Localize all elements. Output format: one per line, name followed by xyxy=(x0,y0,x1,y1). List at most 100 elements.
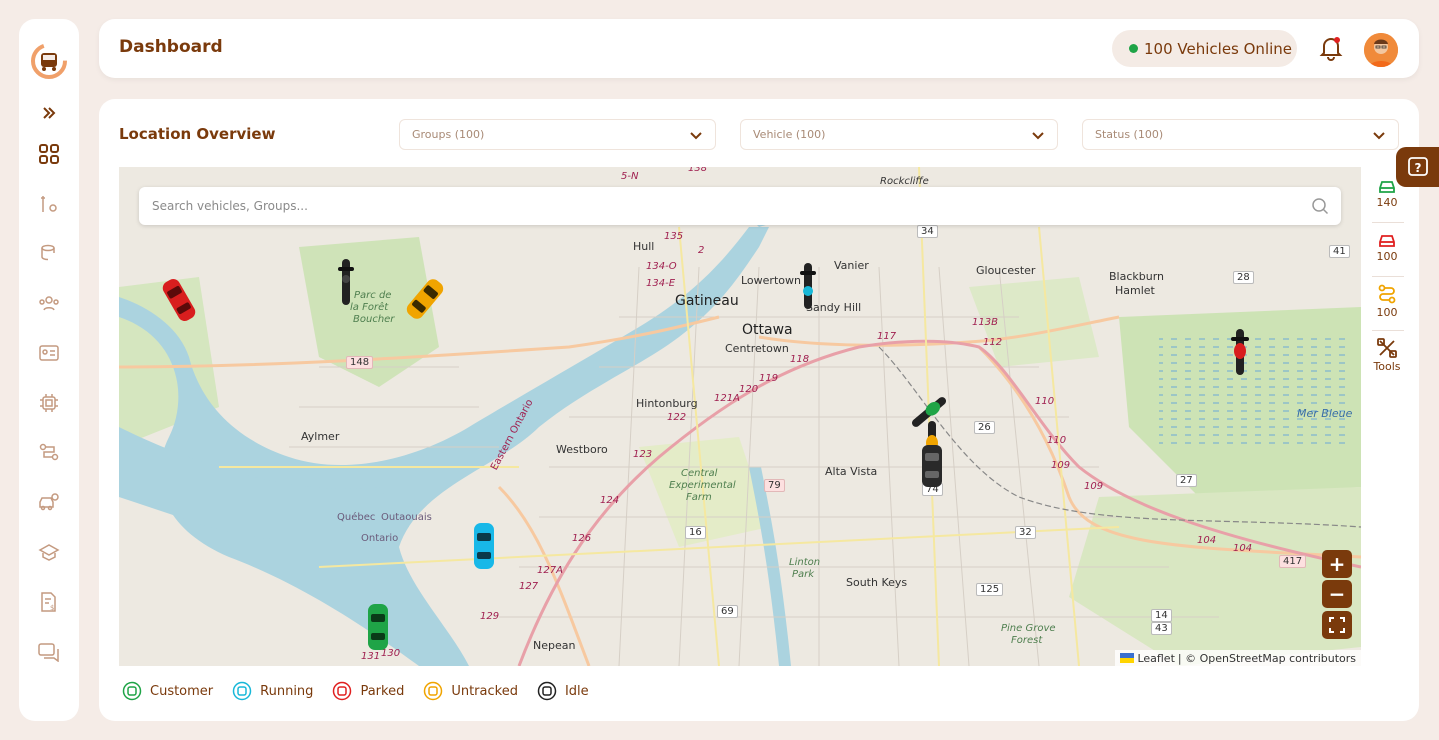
idle-bike-marker[interactable] xyxy=(335,257,357,307)
legend-running[interactable]: Running xyxy=(232,681,313,701)
users-group-icon[interactable] xyxy=(37,291,61,315)
route-stat[interactable]: 100 xyxy=(1364,284,1410,319)
route-label: 112 xyxy=(983,337,1003,348)
chevron-down-icon xyxy=(1032,132,1044,140)
route-settings-icon[interactable] xyxy=(37,440,61,464)
customer-car-marker[interactable] xyxy=(365,602,391,652)
map-label-pine2: Forest xyxy=(1011,635,1043,646)
map-view[interactable]: Gatineau Ottawa Centretown Hull Lowertow… xyxy=(119,167,1361,666)
divider xyxy=(1372,222,1404,223)
map-label-gloucester: Gloucester xyxy=(976,264,1036,277)
route-label: 134-E xyxy=(646,278,676,289)
total-vehicles-count: 140 xyxy=(1376,196,1398,209)
parked-vehicles-stat[interactable]: 100 xyxy=(1364,232,1410,263)
vehicle-status-legend: Customer Running Parked Untracked Idle xyxy=(122,681,589,701)
customer-status-icon xyxy=(122,681,142,701)
fullscreen-button[interactable] xyxy=(1322,611,1352,639)
user-avatar[interactable] xyxy=(1364,33,1398,67)
map-label-nepean: Nepean xyxy=(533,639,576,652)
route-label: 134-O xyxy=(646,261,677,272)
vehicle-filter-select[interactable]: Vehicle (100) xyxy=(740,119,1058,150)
page-title: Dashboard xyxy=(119,37,223,57)
route-label: 110 xyxy=(1035,396,1055,407)
map-label-gatineau: Gatineau xyxy=(675,293,739,309)
billing-icon[interactable]: $ xyxy=(37,590,61,614)
map-label-rockcliffe: Rockcliffe xyxy=(880,176,929,187)
route-label: 2 xyxy=(698,245,705,256)
id-card-icon[interactable] xyxy=(37,341,61,365)
road-shield: 14 xyxy=(1151,609,1172,622)
map-search-bar xyxy=(139,187,1341,225)
legend-parked[interactable]: Parked xyxy=(332,681,404,701)
fuel-icon[interactable] xyxy=(37,540,61,564)
map-label-centretown: Centretown xyxy=(725,342,789,355)
running-car-marker[interactable] xyxy=(471,521,497,571)
route-label: 117 xyxy=(877,331,897,342)
route-label: 118 xyxy=(790,354,810,365)
map-label-westboro: Westboro xyxy=(556,443,608,456)
map-label-south-keys: South Keys xyxy=(846,576,908,589)
road-shield: 148 xyxy=(346,356,374,369)
road-shield: 27 xyxy=(1176,474,1197,487)
maintenance-icon[interactable] xyxy=(37,192,61,216)
vehicle-search-input[interactable] xyxy=(152,199,1292,213)
road-shield: 69 xyxy=(717,605,738,618)
map-label-hintonburg: Hintonburg xyxy=(636,397,698,410)
total-vehicles-stat[interactable]: 140 xyxy=(1364,178,1410,209)
map-base-tiles xyxy=(119,167,1361,666)
route-label: 126 xyxy=(572,533,592,544)
untracked-car-marker[interactable] xyxy=(403,275,447,323)
zoom-in-button[interactable]: + xyxy=(1322,550,1352,578)
expand-sidebar-icon[interactable] xyxy=(37,101,61,125)
legend-idle[interactable]: Idle xyxy=(537,681,589,701)
groups-filter-label: Groups (100) xyxy=(412,128,485,141)
road-shield: 28 xyxy=(1233,271,1254,284)
route-label: 127 xyxy=(519,581,539,592)
legend-customer-label: Customer xyxy=(150,683,214,699)
map-label-ottawa: Ottawa xyxy=(742,322,793,338)
road-shield: 32 xyxy=(1015,526,1036,539)
route-label: 120 xyxy=(739,384,759,395)
search-icon[interactable] xyxy=(1311,197,1329,215)
notification-bell-icon[interactable] xyxy=(1319,35,1343,61)
svg-text:?: ? xyxy=(1414,161,1421,175)
messages-icon[interactable] xyxy=(37,640,61,664)
route-label: 109 xyxy=(1084,481,1104,492)
tools-icon xyxy=(1377,338,1397,358)
parked-car-marker[interactable] xyxy=(159,275,199,325)
zoom-out-button[interactable]: − xyxy=(1322,580,1352,608)
road-shield: 41 xyxy=(1329,245,1350,258)
sidebar: $ xyxy=(19,19,79,721)
tools-stat[interactable]: Tools xyxy=(1364,338,1410,373)
route-count: 100 xyxy=(1376,306,1398,319)
vehicle-filter-label: Vehicle (100) xyxy=(753,128,826,141)
map-label-parc3: Boucher xyxy=(353,314,395,325)
running-bike-marker[interactable] xyxy=(797,261,819,311)
legend-untracked-label: Untracked xyxy=(451,683,518,699)
parked-bike-marker[interactable] xyxy=(1227,327,1253,377)
fullscreen-icon xyxy=(1329,617,1345,633)
status-filter-select[interactable]: Status (100) xyxy=(1082,119,1399,150)
osm-attribution[interactable]: | © OpenStreetMap contributors xyxy=(1178,652,1356,665)
map-label-parc1: Parc de xyxy=(354,290,392,301)
legend-customer[interactable]: Customer xyxy=(122,681,213,701)
map-label-cef3: Farm xyxy=(686,492,712,503)
leaflet-link[interactable]: Leaflet xyxy=(1137,652,1174,665)
vehicle-location-icon[interactable] xyxy=(37,490,61,514)
map-label-quebec: Québec xyxy=(337,512,376,523)
road-shield: 125 xyxy=(976,583,1004,596)
database-icon[interactable] xyxy=(37,241,61,265)
app-logo-icon[interactable] xyxy=(29,41,69,81)
road-shield: 34 xyxy=(917,225,938,238)
legend-untracked[interactable]: Untracked xyxy=(423,681,518,701)
chevron-down-icon xyxy=(690,132,702,140)
running-status-icon xyxy=(232,681,252,701)
status-filter-label: Status (100) xyxy=(1095,128,1164,141)
chip-icon[interactable] xyxy=(37,391,61,415)
vehicles-online-badge[interactable]: 100 Vehicles Online xyxy=(1112,30,1297,67)
groups-filter-select[interactable]: Groups (100) xyxy=(399,119,716,150)
map-label-cef2: Experimental xyxy=(669,480,736,491)
dashboard-grid-icon[interactable] xyxy=(37,142,61,166)
route-label: 113B xyxy=(972,317,998,328)
idle-car-marker[interactable] xyxy=(919,443,945,489)
